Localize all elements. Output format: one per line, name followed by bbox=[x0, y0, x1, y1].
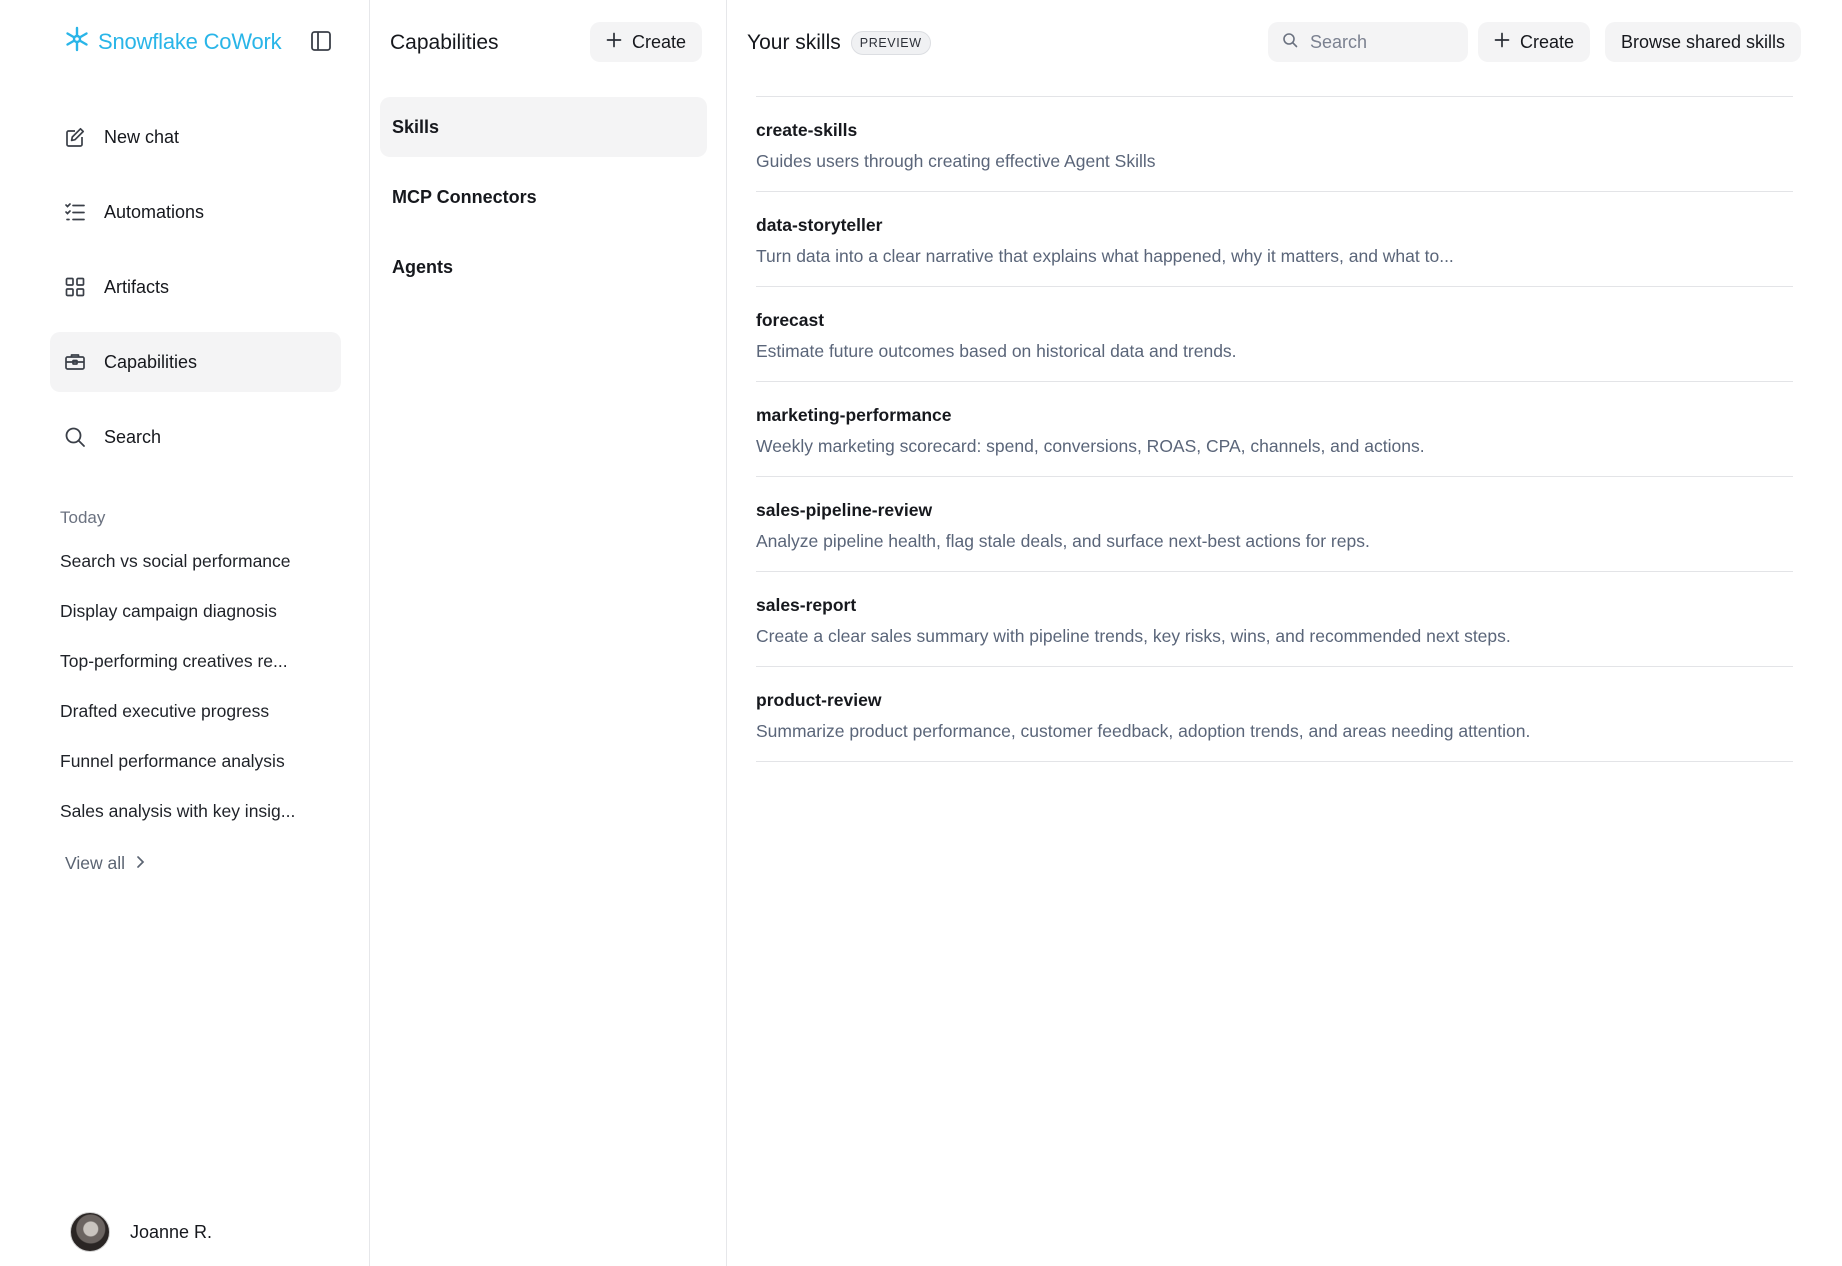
search-icon bbox=[1282, 32, 1298, 53]
browse-shared-skills-button[interactable]: Browse shared skills bbox=[1605, 22, 1802, 62]
sidebar-item-label: Automations bbox=[104, 201, 205, 222]
user-name: Joanne R. bbox=[130, 1221, 213, 1242]
skill-name: product-review bbox=[756, 690, 882, 710]
sidebar-toggle-icon[interactable] bbox=[308, 28, 334, 54]
list-item[interactable]: marketing-performance Weekly marketing s… bbox=[756, 382, 1793, 477]
page-title: Your skills bbox=[747, 31, 841, 54]
page-header: Your skills PREVIEW bbox=[747, 31, 931, 55]
toolbox-icon bbox=[62, 349, 88, 375]
brand-name: Snowflake CoWork bbox=[98, 28, 282, 54]
skill-name: marketing-performance bbox=[756, 405, 952, 425]
brand-logo[interactable]: Snowflake CoWork bbox=[64, 26, 282, 57]
skill-description: Analyze pipeline health, flag stale deal… bbox=[756, 531, 1370, 551]
recent-chat-item[interactable]: Sales analysis with key insig... bbox=[60, 801, 360, 851]
sidebar-item-label: New chat bbox=[104, 126, 180, 147]
skills-main: Your skills PREVIEW Create Browse shared… bbox=[727, 0, 1842, 1266]
list-item[interactable]: data-storyteller Turn data into a clear … bbox=[756, 192, 1793, 287]
chevron-right-icon bbox=[135, 853, 145, 874]
snowflake-icon bbox=[64, 26, 90, 57]
grid-icon bbox=[62, 274, 88, 300]
skill-name: sales-pipeline-review bbox=[756, 500, 933, 520]
left-sidebar: Snowflake CoWork New chat Automations Ar… bbox=[0, 0, 370, 1266]
recent-chat-item[interactable]: Top-performing creatives re... bbox=[60, 651, 360, 701]
skill-name: create-skills bbox=[756, 120, 858, 140]
recents-heading: Today bbox=[60, 508, 106, 527]
avatar bbox=[70, 1212, 110, 1252]
list-item[interactable]: forecast Estimate future outcomes based … bbox=[756, 287, 1793, 382]
capabilities-title: Capabilities bbox=[390, 31, 499, 54]
view-all-link[interactable]: View all bbox=[65, 853, 145, 874]
recent-chats: Today Search vs social performance Displ… bbox=[60, 508, 360, 851]
sidebar-item-search[interactable]: Search bbox=[50, 407, 341, 467]
skill-name: forecast bbox=[756, 310, 825, 330]
skill-description: Turn data into a clear narrative that ex… bbox=[756, 246, 1454, 266]
app-window: Snowflake CoWork New chat Automations Ar… bbox=[0, 0, 1842, 1266]
sidebar-item-capabilities[interactable]: Capabilities bbox=[50, 332, 341, 392]
create-skill-button[interactable]: Create bbox=[1478, 22, 1591, 62]
skill-name: sales-report bbox=[756, 595, 857, 615]
skill-description: Guides users through creating effective … bbox=[756, 151, 1156, 171]
skill-description: Estimate future outcomes based on histor… bbox=[756, 341, 1237, 361]
list-item[interactable]: sales-report Create a clear sales summar… bbox=[756, 572, 1793, 667]
skill-name: data-storyteller bbox=[756, 215, 883, 235]
capabilities-create-button[interactable]: Create bbox=[590, 22, 703, 62]
status-badge: PREVIEW bbox=[850, 31, 931, 55]
tab-agents[interactable]: Agents bbox=[380, 237, 707, 297]
recent-chat-item[interactable]: Drafted executive progress bbox=[60, 701, 360, 751]
sidebar-item-label: Capabilities bbox=[104, 351, 198, 372]
sidebar-item-automations[interactable]: Automations bbox=[50, 182, 341, 242]
sidebar-item-label: Search bbox=[104, 426, 162, 447]
recent-chat-item[interactable]: Search vs social performance bbox=[60, 551, 360, 601]
list-item[interactable]: create-skills Guides users through creat… bbox=[756, 97, 1793, 192]
list-item[interactable]: product-review Summarize product perform… bbox=[756, 667, 1793, 762]
create-label: Create bbox=[1520, 31, 1575, 52]
plus-icon bbox=[1494, 32, 1510, 53]
create-label: Create bbox=[632, 31, 687, 52]
skill-description: Create a clear sales summary with pipeli… bbox=[756, 626, 1511, 646]
plus-icon bbox=[606, 32, 622, 53]
sidebar-nav: New chat Automations Artifacts Capabilit… bbox=[50, 107, 341, 482]
search-icon bbox=[62, 424, 88, 450]
tab-skills[interactable]: Skills bbox=[380, 97, 707, 157]
recent-chat-item[interactable]: Funnel performance analysis bbox=[60, 751, 360, 801]
skills-list: create-skills Guides users through creat… bbox=[756, 96, 1793, 762]
skill-description: Weekly marketing scorecard: spend, conve… bbox=[756, 436, 1425, 456]
list-item[interactable]: sales-pipeline-review Analyze pipeline h… bbox=[756, 477, 1793, 572]
sidebar-item-label: Artifacts bbox=[104, 276, 170, 297]
skill-description: Summarize product performance, customer … bbox=[756, 721, 1531, 741]
skills-search[interactable] bbox=[1268, 22, 1468, 62]
edit-icon bbox=[62, 124, 88, 150]
search-input[interactable] bbox=[1310, 31, 1450, 53]
checklist-icon bbox=[62, 199, 88, 225]
sidebar-item-new-chat[interactable]: New chat bbox=[50, 107, 341, 167]
sidebar-item-artifacts[interactable]: Artifacts bbox=[50, 257, 341, 317]
capabilities-menu: Skills MCP Connectors Agents bbox=[380, 97, 707, 307]
tab-mcp-connectors[interactable]: MCP Connectors bbox=[380, 167, 707, 227]
capabilities-panel: Capabilities Create Skills MCP Connector… bbox=[370, 0, 727, 1266]
user-profile[interactable]: Joanne R. bbox=[70, 1212, 212, 1252]
view-all-label: View all bbox=[65, 853, 125, 873]
recent-chat-item[interactable]: Display campaign diagnosis bbox=[60, 601, 360, 651]
